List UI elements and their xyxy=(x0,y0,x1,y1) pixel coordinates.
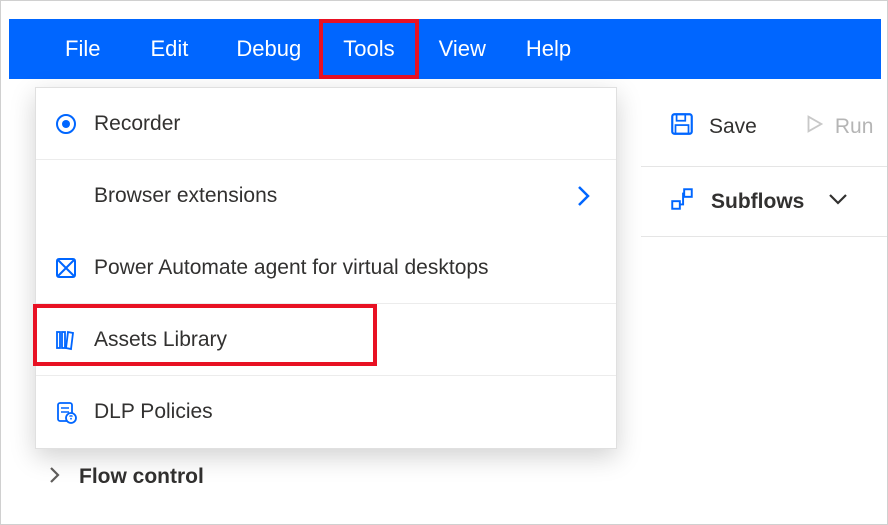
subflows-icon xyxy=(669,186,695,217)
chevron-down-icon xyxy=(828,192,848,211)
subflows-toggle[interactable]: Subflows xyxy=(641,167,887,237)
menu-item-label: Assets Library xyxy=(94,328,596,352)
menu-item-power-automate-agent[interactable]: Power Automate agent for virtual desktop… xyxy=(36,232,616,304)
save-button[interactable]: Save xyxy=(669,111,757,143)
play-icon xyxy=(803,113,825,141)
library-icon xyxy=(54,328,94,352)
menu-item-recorder[interactable]: Recorder xyxy=(36,88,616,160)
menu-item-label: Power Automate agent for virtual desktop… xyxy=(94,256,596,280)
recorder-icon xyxy=(54,112,94,136)
menu-item-assets-library[interactable]: Assets Library xyxy=(36,304,616,376)
menu-item-dlp-policies[interactable]: DLP Policies xyxy=(36,376,616,448)
chevron-right-icon xyxy=(49,466,61,489)
menu-help[interactable]: Help xyxy=(506,19,591,79)
menu-edit[interactable]: Edit xyxy=(120,19,218,79)
run-button: Run xyxy=(803,113,874,141)
save-icon xyxy=(669,111,695,143)
flow-control-label: Flow control xyxy=(79,465,204,489)
menu-item-label: DLP Policies xyxy=(94,400,596,424)
run-label: Run xyxy=(835,115,874,139)
right-panel: Save Run Subflows xyxy=(641,87,887,237)
tools-dropdown: Recorder Browser extensions Power Automa… xyxy=(35,87,617,449)
menu-item-label: Browser extensions xyxy=(94,184,572,208)
menubar: File Edit Debug Tools View Help xyxy=(9,19,881,79)
menu-item-label: Recorder xyxy=(94,112,596,136)
menu-tools[interactable]: Tools xyxy=(319,19,418,79)
menu-view[interactable]: View xyxy=(419,19,506,79)
agent-icon xyxy=(54,256,94,280)
sidebar-item-flow-control[interactable]: Flow control xyxy=(49,465,204,489)
dlp-icon xyxy=(54,400,94,424)
subflows-label: Subflows xyxy=(711,190,804,214)
menu-debug[interactable]: Debug xyxy=(218,19,319,79)
menu-item-browser-extensions[interactable]: Browser extensions xyxy=(36,160,616,232)
toolbar: Save Run xyxy=(641,87,887,167)
chevron-right-icon xyxy=(572,185,596,207)
menu-file[interactable]: File xyxy=(45,19,120,79)
save-label: Save xyxy=(709,115,757,139)
